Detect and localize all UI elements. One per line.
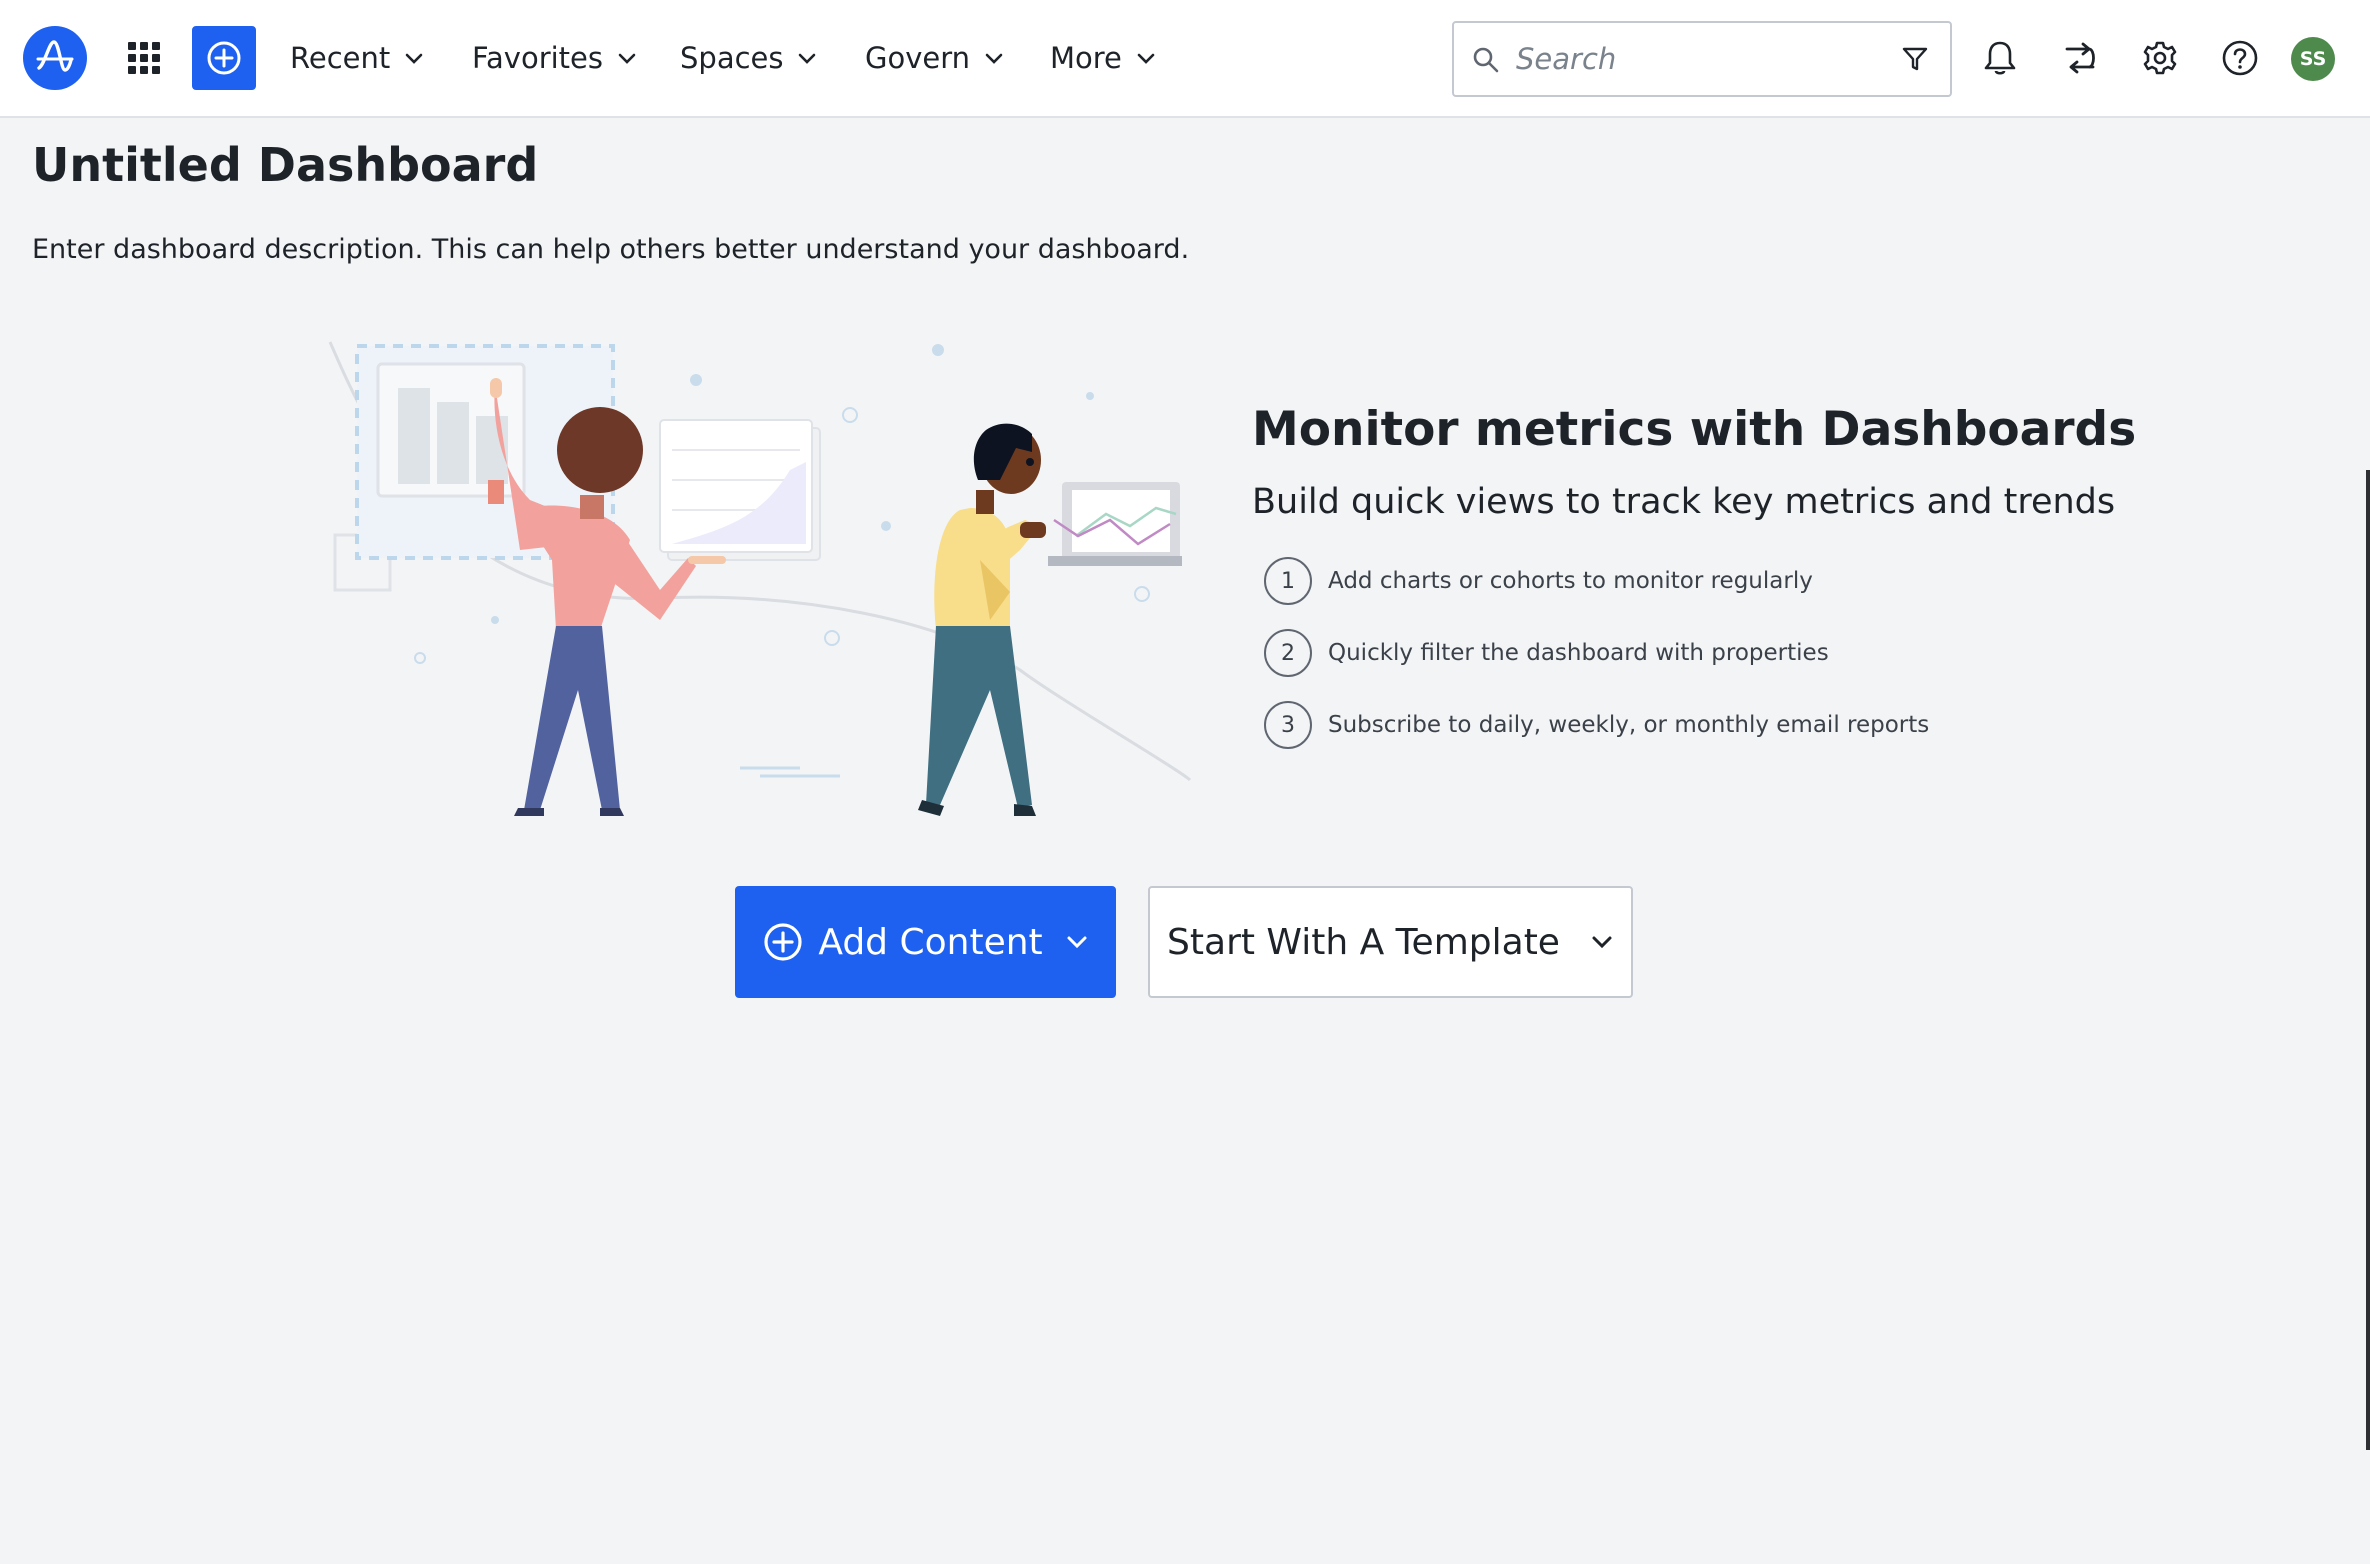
nav-recent-label: Recent	[290, 41, 391, 75]
user-avatar[interactable]: SS	[2291, 37, 2335, 81]
bell-icon[interactable]	[1980, 38, 2020, 78]
start-with-template-button[interactable]: Start With A Template	[1148, 886, 1633, 998]
nav-more-label: More	[1050, 41, 1122, 75]
nav-favorites-label: Favorites	[472, 41, 603, 75]
chevron-down-icon	[1067, 936, 1087, 949]
step-number: 1	[1264, 557, 1312, 605]
nav-govern[interactable]: Govern	[865, 34, 1004, 82]
nav-govern-label: Govern	[865, 41, 971, 75]
nav-spaces-label: Spaces	[680, 41, 784, 75]
step-number: 3	[1264, 701, 1312, 749]
step-text: Add charts or cohorts to monitor regular…	[1328, 568, 1813, 594]
chevron-down-icon	[405, 53, 423, 64]
page-description[interactable]: Enter dashboard description. This can he…	[32, 234, 1189, 265]
chevron-down-icon	[985, 53, 1003, 64]
info-subtitle: Build quick views to track key metrics a…	[1252, 482, 2116, 522]
dashboard-illustration	[328, 341, 1192, 816]
apps-grid-icon[interactable]	[124, 40, 164, 76]
create-new-button[interactable]	[192, 26, 256, 90]
nav-recent[interactable]: Recent	[290, 34, 424, 82]
help-icon[interactable]	[2220, 38, 2260, 78]
plus-circle-icon	[764, 923, 802, 961]
nav-more[interactable]: More	[1050, 34, 1156, 82]
search-box	[1452, 21, 1952, 97]
chevron-down-icon	[1592, 936, 1612, 949]
nav-favorites[interactable]: Favorites	[472, 34, 637, 82]
step-item: 3 Subscribe to daily, weekly, or monthly…	[1264, 701, 1929, 749]
step-number: 2	[1264, 629, 1312, 677]
step-text: Quickly filter the dashboard with proper…	[1328, 640, 1829, 666]
add-content-label: Add Content	[818, 921, 1043, 963]
nav-spaces[interactable]: Spaces	[680, 34, 817, 82]
top-navigation-bar: Recent Favorites Spaces Govern More Sear…	[0, 0, 2370, 118]
scrollbar[interactable]	[2366, 470, 2370, 1450]
swap-icon[interactable]	[2060, 38, 2100, 78]
plus-circle-icon	[207, 41, 241, 75]
amplitude-logo-icon[interactable]	[23, 26, 87, 90]
step-item: 1 Add charts or cohorts to monitor regul…	[1264, 557, 1813, 605]
chevron-down-icon	[618, 53, 636, 64]
page-title[interactable]: Untitled Dashboard	[32, 138, 538, 192]
template-label: Start With A Template	[1167, 921, 1560, 963]
gear-icon[interactable]	[2140, 38, 2180, 78]
info-title: Monitor metrics with Dashboards	[1252, 402, 2137, 457]
step-text: Subscribe to daily, weekly, or monthly e…	[1328, 712, 1930, 738]
chevron-down-icon	[799, 53, 816, 64]
step-item: 2 Quickly filter the dashboard with prop…	[1264, 629, 1829, 677]
chevron-down-icon	[1137, 53, 1155, 64]
search-input[interactable]	[1516, 37, 1876, 81]
add-content-button[interactable]: Add Content	[735, 886, 1116, 998]
search-icon	[1473, 47, 1499, 73]
filter-icon[interactable]	[1900, 44, 1930, 74]
